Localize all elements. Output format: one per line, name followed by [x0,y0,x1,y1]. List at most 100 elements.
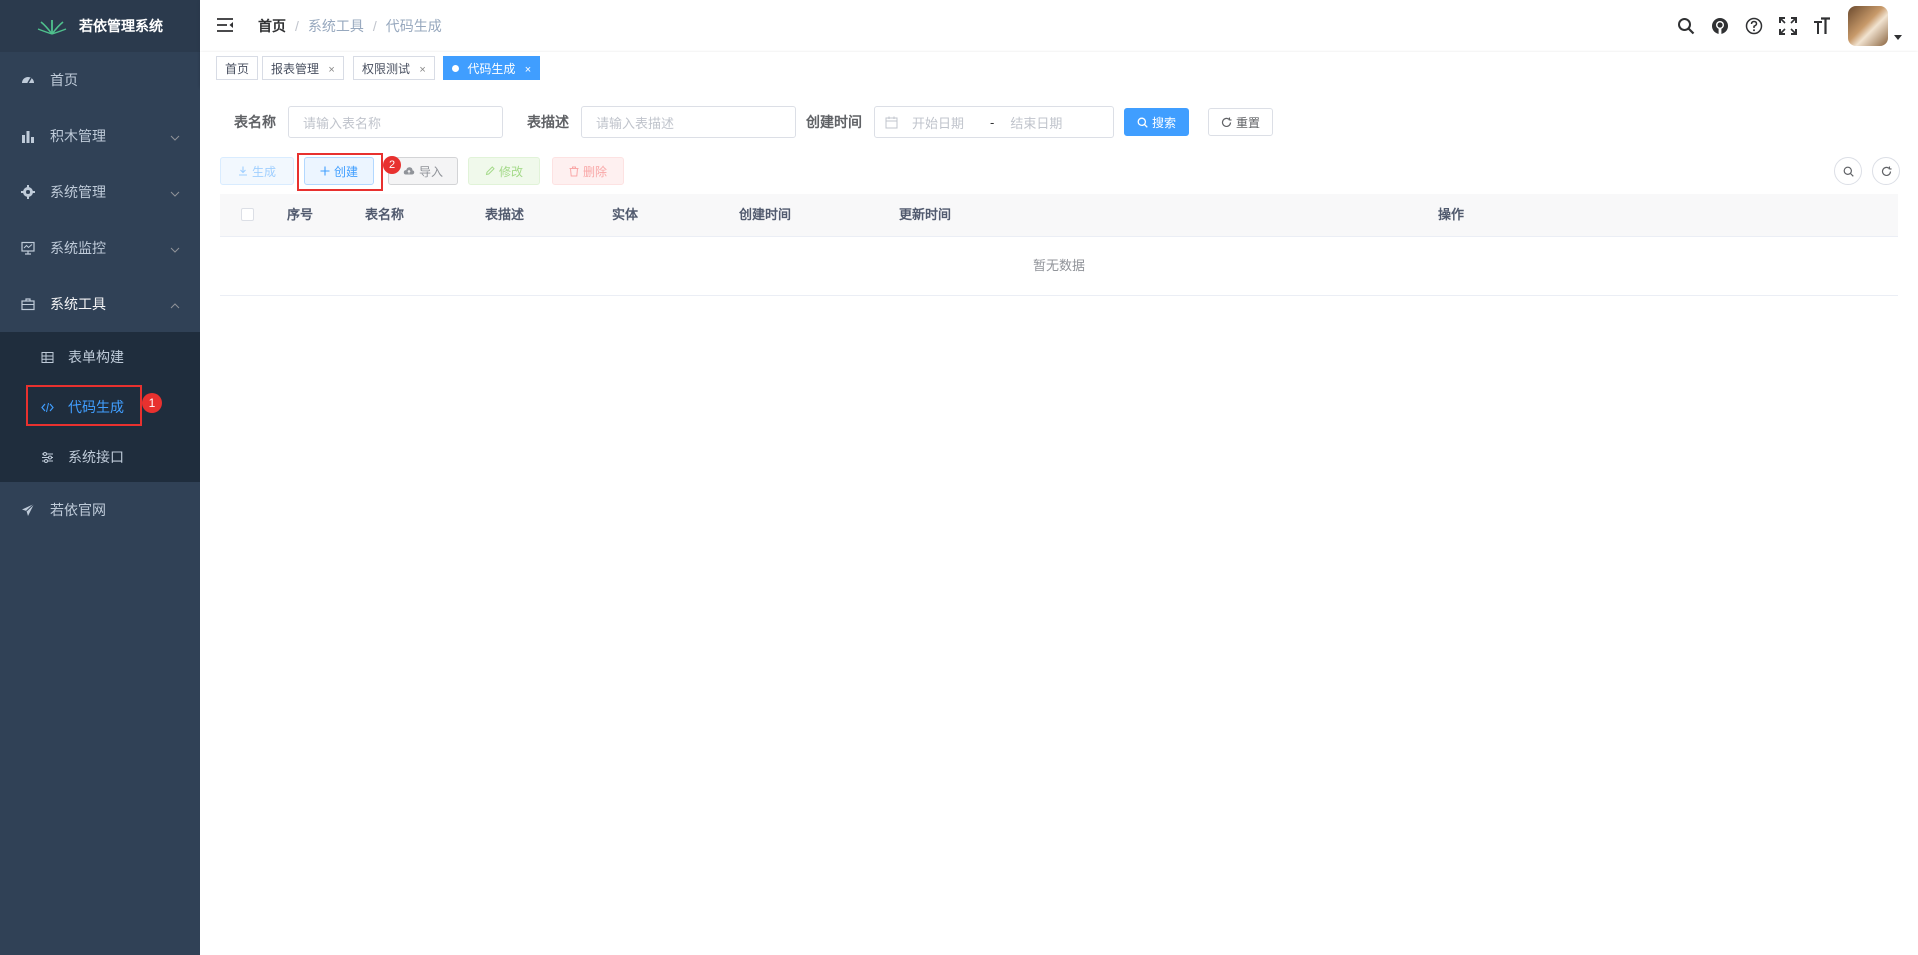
table-desc-label: 表描述 [527,114,569,130]
sidebar-item-tools[interactable]: 系统工具 [0,276,200,332]
generate-button-label: 生成 [251,164,276,179]
trash-icon [569,166,579,177]
hamburger-icon[interactable] [216,16,234,37]
column-header: 操作 [1438,207,1465,222]
navbar: 首页 / 系统工具 / 代码生成 [200,0,1918,52]
help-icon[interactable] [1744,16,1764,36]
table-header: 序号 表名称 表描述 实体 创建时间 更新时间 操作 [220,194,1898,237]
table-name-label: 表名称 [234,114,276,130]
bar-chart-icon [20,128,36,144]
tag-label: 代码生成 [467,62,516,76]
close-icon[interactable]: × [419,64,425,76]
sidebar-item-monitor[interactable]: 系统监控 [0,220,200,276]
edit-button-label: 修改 [498,164,523,179]
highlight-box-create [297,153,383,191]
monitor-icon [20,240,36,256]
logo-icon [37,20,67,35]
delete-button[interactable]: 删除 [552,157,624,185]
table-name-input[interactable]: 请输入表名称 [288,106,503,138]
breadcrumb-home[interactable]: 首页 [258,16,286,36]
tags-view: 首页 报表管理 × 权限测试 × 代码生成 × [200,52,1918,87]
table-desc-input[interactable]: 请输入表描述 [581,106,796,138]
chevron-up-icon [170,296,180,312]
edit-button[interactable]: 修改 [468,157,540,185]
tag-permission[interactable]: 权限测试 × [353,56,435,80]
generate-button[interactable]: 生成 [220,157,294,185]
toggle-search-button[interactable] [1834,157,1862,185]
app-title: 若依管理系统 [79,18,163,34]
close-icon[interactable]: × [328,64,334,76]
date-range-picker[interactable]: 开始日期 - 结束日期 [874,106,1114,138]
upload-cloud-icon [403,166,415,176]
tag-home[interactable]: 首页 [216,56,259,80]
breadcrumb-current: 代码生成 [385,18,442,34]
dashboard-icon [20,72,36,88]
sidebar-item-home[interactable]: 首页 [0,52,200,108]
breadcrumb-separator: / [295,18,299,34]
highlight-box-code-gen [26,385,142,426]
sidebar-item-label: 首页 [50,72,78,88]
sidebar-item-label: 系统接口 [68,449,124,465]
sidebar-item-system[interactable]: 系统管理 [0,164,200,220]
sidebar-item-label: 系统监控 [50,240,106,256]
column-header: 表名称 [365,207,405,222]
breadcrumb-item: 系统工具 [307,18,364,34]
refresh-icon [1881,165,1892,177]
column-header: 更新时间 [899,207,952,222]
chevron-down-icon [170,184,180,200]
sidebar-item-label: 若依官网 [50,502,106,518]
chevron-down-icon [170,240,180,256]
refresh-icon [1221,116,1232,128]
active-dot-icon [452,65,459,72]
sidebar-item-official-site[interactable]: 若依官网 [0,482,200,538]
annotation-badge-1: 1 [142,393,162,413]
chevron-down-icon [170,128,180,144]
select-all-checkbox[interactable] [241,208,254,221]
gen-table: 序号 表名称 表描述 实体 创建时间 更新时间 操作 暂无数据 [220,194,1898,296]
table-name-placeholder: 请输入表名称 [303,115,382,131]
tag-label: 报表管理 [271,62,320,76]
search-icon [1843,166,1854,177]
search-button[interactable]: 搜索 [1124,108,1190,136]
github-icon[interactable] [1710,16,1730,36]
sidebar-logo[interactable]: 若依管理系统 [0,0,200,52]
search-icon[interactable] [1676,16,1696,36]
refresh-table-button[interactable] [1872,157,1900,185]
download-icon [238,166,248,176]
font-size-icon[interactable] [1812,16,1832,36]
tag-report[interactable]: 报表管理 × [262,56,344,80]
sidebar-item-label: 表单构建 [68,349,124,365]
close-icon[interactable]: × [525,64,531,76]
start-date-placeholder[interactable]: 开始日期 [912,113,984,132]
edit-icon [485,166,495,176]
import-button-label: 导入 [418,164,443,179]
breadcrumb: 首页 / 系统工具 / 代码生成 [258,0,442,52]
sidebar-item-jimu[interactable]: 积木管理 [0,108,200,164]
column-header: 序号 [287,207,314,222]
table-icon [40,350,54,364]
sidebar: 若依管理系统 首页 积木管理 系统管理 系统监控 系统工具 表单构建 代码生成 … [0,0,200,955]
column-header: 创建时间 [739,207,792,222]
send-icon [20,502,36,518]
toolbox-icon [20,296,36,312]
navbar-actions [1662,0,1902,52]
calendar-icon [885,116,898,129]
caret-down-icon[interactable] [1894,28,1902,43]
tag-label: 权限测试 [362,62,411,76]
fullscreen-icon[interactable] [1778,16,1798,36]
reset-button[interactable]: 重置 [1208,108,1274,136]
search-button-label: 搜索 [1152,115,1177,130]
delete-button-label: 删除 [582,164,607,179]
gear-icon [20,184,36,200]
breadcrumb-separator: / [372,18,377,34]
column-header: 实体 [612,207,639,222]
sidebar-item-form-build[interactable]: 表单构建 [0,332,200,382]
search-icon [1137,117,1148,128]
date-range-separator: - [990,114,995,130]
sidebar-item-label: 积木管理 [50,128,106,144]
tag-code-gen[interactable]: 代码生成 × [443,56,541,80]
sidebar-item-api[interactable]: 系统接口 [0,432,200,482]
end-date-placeholder[interactable]: 结束日期 [1010,113,1062,132]
table-empty-text: 暂无数据 [220,237,1898,296]
avatar[interactable] [1848,6,1888,46]
